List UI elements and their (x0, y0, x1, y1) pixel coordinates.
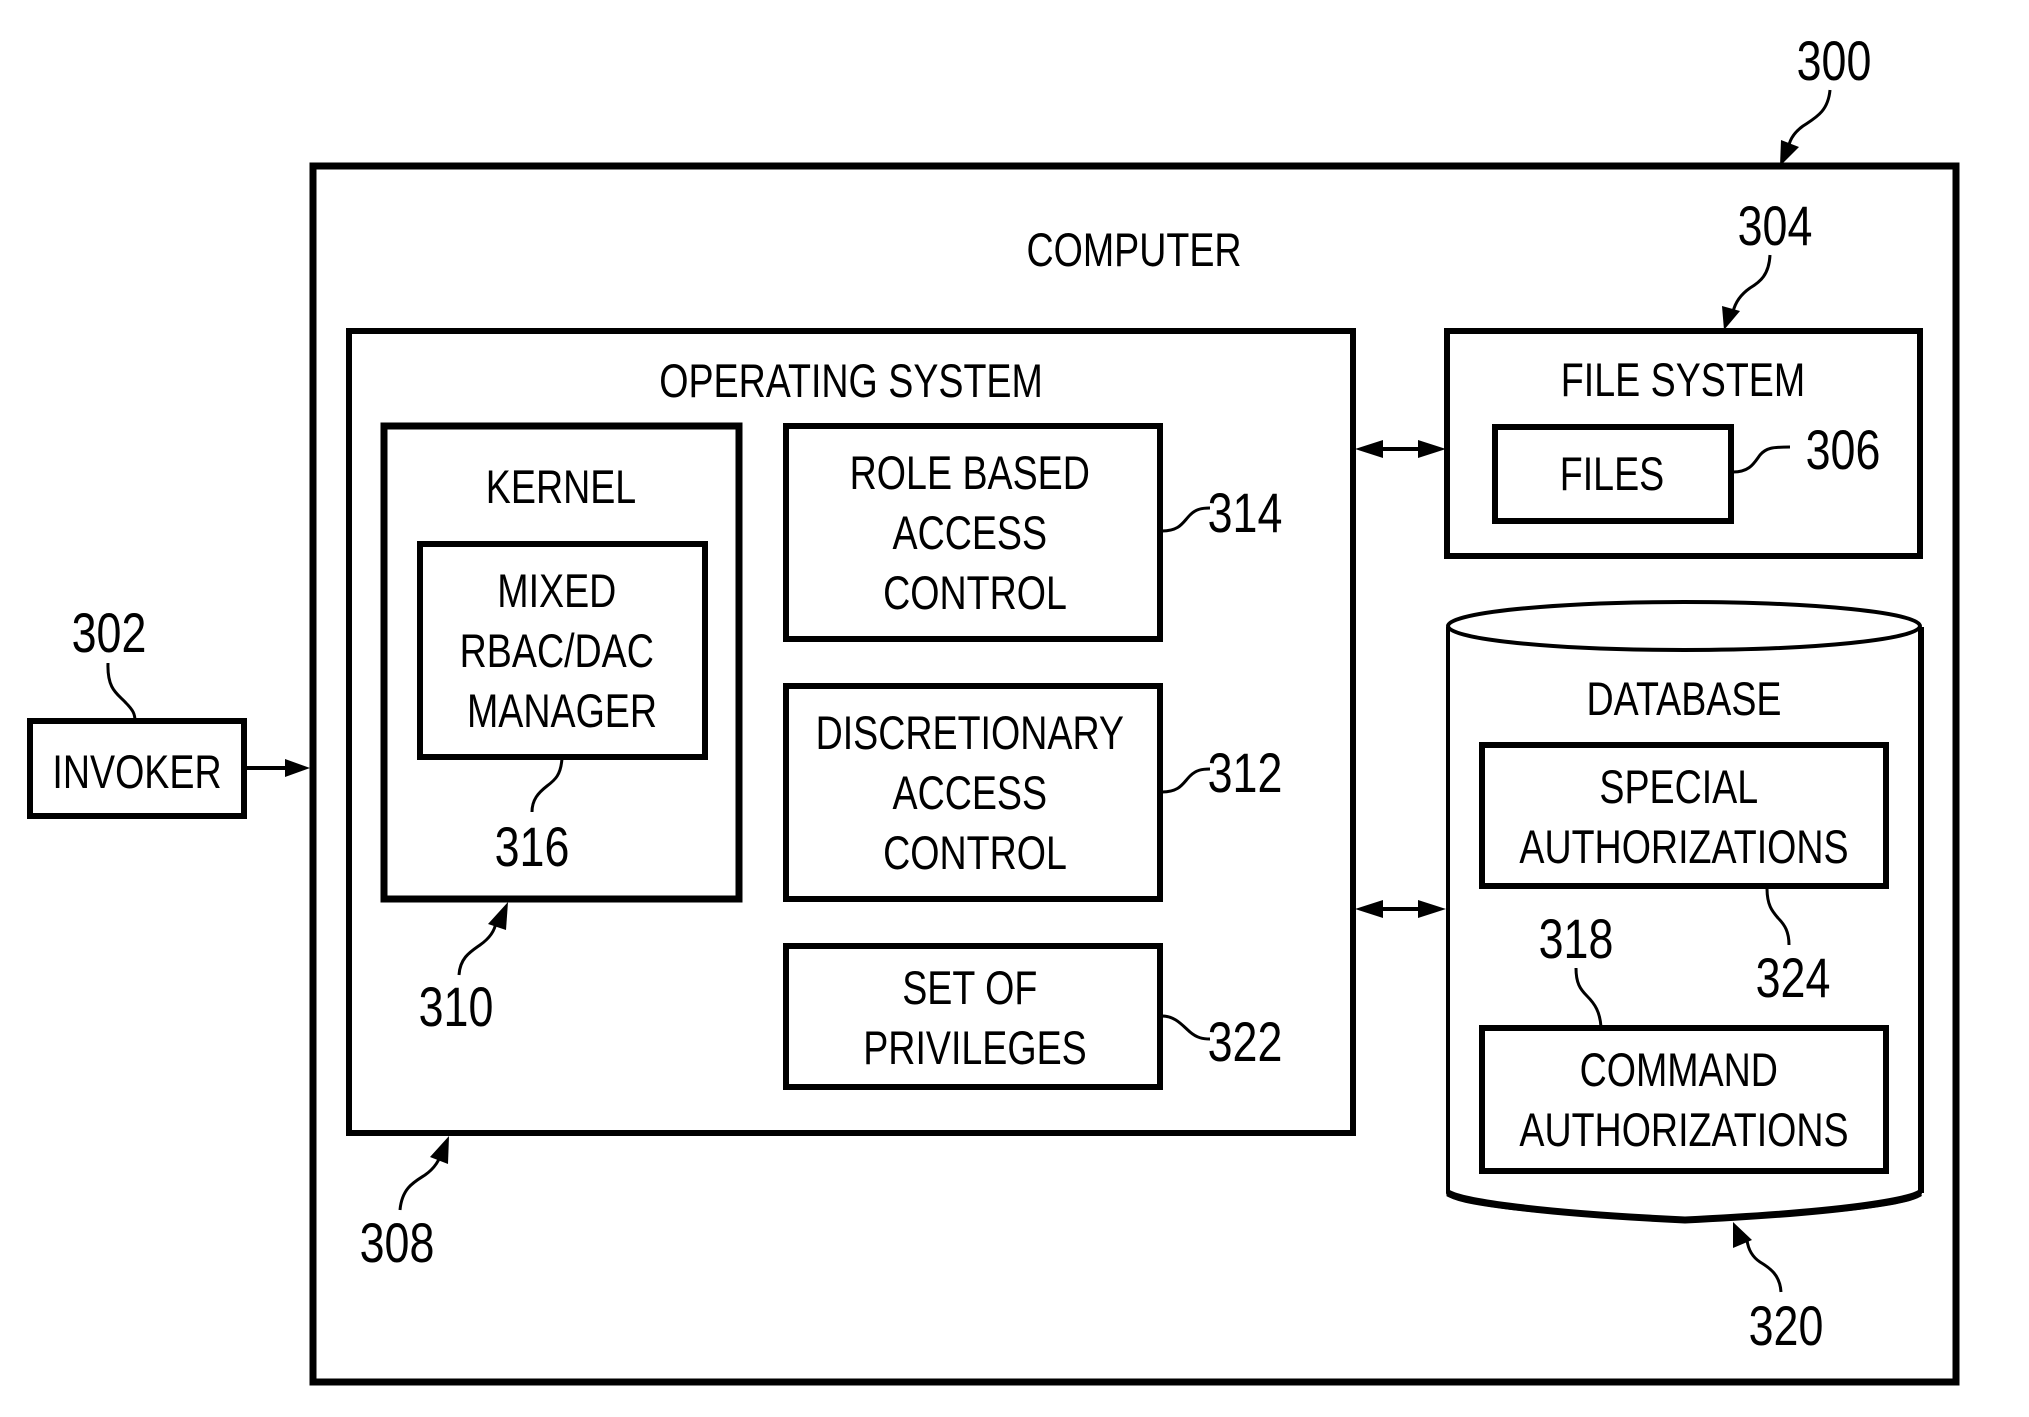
privileges-line-1: SET OF (902, 962, 1037, 1015)
dac-line-2: ACCESS (892, 767, 1047, 820)
leader-300 (1786, 89, 1832, 151)
computer-label: COMPUTER (1026, 224, 1241, 277)
command-authorizations-line-1: COMMAND (1580, 1044, 1778, 1097)
mixed-manager-line-3: MANAGER (467, 685, 657, 738)
ref-304: 304 (1738, 194, 1813, 257)
ref-308: 308 (360, 1211, 435, 1274)
patent-diagram: COMPUTER 300 INVOKER 302 OPERATING SYSTE… (27, 29, 1960, 1386)
arrowhead-300 (1780, 140, 1799, 166)
rbac-line-3: CONTROL (883, 567, 1067, 620)
dac-line-1: DISCRETIONARY (816, 707, 1124, 760)
ref-306: 306 (1806, 418, 1881, 481)
database-label: DATABASE (1587, 673, 1782, 726)
file-system-label: FILE SYSTEM (1561, 354, 1805, 407)
leader-302 (106, 662, 137, 722)
invoker-arrowhead (285, 759, 310, 777)
command-authorizations-line-2: AUTHORIZATIONS (1519, 1104, 1848, 1157)
rbac-line-1: ROLE BASED (850, 447, 1090, 500)
ref-322: 322 (1208, 1010, 1283, 1073)
ref-316: 316 (495, 815, 570, 878)
kernel-label: KERNEL (486, 461, 636, 514)
ref-318: 318 (1539, 907, 1614, 970)
ref-302: 302 (72, 601, 147, 664)
dac-line-3: CONTROL (883, 827, 1067, 880)
mixed-manager-line-1: MIXED (497, 565, 616, 618)
special-authorizations-line-1: SPECIAL (1599, 761, 1758, 814)
privileges-line-2: PRIVILEGES (863, 1022, 1087, 1075)
database-cylinder-top (1446, 600, 1922, 652)
invoker-label: INVOKER (52, 746, 221, 799)
rbac-line-2: ACCESS (892, 507, 1047, 560)
mixed-manager-line-2: RBAC/DAC (460, 625, 654, 678)
ref-300: 300 (1797, 29, 1872, 92)
ref-312: 312 (1208, 741, 1283, 804)
ref-324: 324 (1756, 946, 1831, 1009)
operating-system-label: OPERATING SYSTEM (659, 355, 1043, 408)
ref-314: 314 (1208, 481, 1283, 544)
files-label: FILES (1560, 448, 1664, 501)
ref-310: 310 (419, 975, 494, 1038)
ref-320: 320 (1749, 1294, 1824, 1357)
special-authorizations-line-2: AUTHORIZATIONS (1519, 821, 1848, 874)
